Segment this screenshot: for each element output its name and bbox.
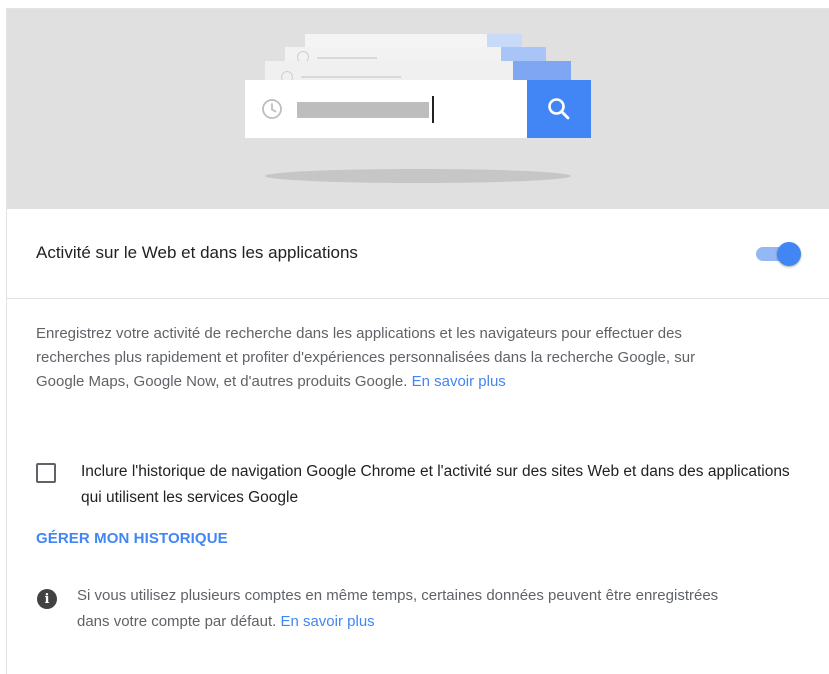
query-placeholder-bar xyxy=(317,57,377,59)
web-app-activity-row: Activité sur le Web et dans les applicat… xyxy=(7,209,829,299)
toggle-knob xyxy=(777,242,801,266)
chrome-history-checkbox[interactable] xyxy=(36,463,56,483)
default-account-notice: Si vous utilisez plusieurs comptes en mê… xyxy=(77,583,737,635)
description-text: Enregistrez votre activité de recherche … xyxy=(36,325,696,390)
illustration-shadow xyxy=(265,169,571,183)
settings-card: Activité sur le Web et dans les applicat… xyxy=(6,8,829,674)
text-caret xyxy=(432,96,434,123)
info-icon: i xyxy=(37,589,57,609)
query-placeholder-bar xyxy=(297,102,429,118)
chrome-history-checkbox-label: Inclure l'historique de navigation Googl… xyxy=(81,463,790,506)
web-app-activity-toggle[interactable] xyxy=(753,242,803,266)
search-icon xyxy=(548,98,570,120)
searchbox-illustration xyxy=(245,80,527,138)
activity-description: Enregistrez votre activité de recherche … xyxy=(36,322,696,394)
notice-text: Si vous utilisez plusieurs comptes en mê… xyxy=(77,587,719,630)
query-placeholder-bar xyxy=(301,76,401,78)
clock-icon xyxy=(262,99,282,119)
search-button-illustration xyxy=(527,80,591,138)
web-app-activity-label: Activité sur le Web et dans les applicat… xyxy=(36,243,358,262)
learn-more-link[interactable]: En savoir plus xyxy=(412,373,506,390)
manage-history-button[interactable]: GÉRER MON HISTORIQUE xyxy=(36,530,228,547)
learn-more-link[interactable]: En savoir plus xyxy=(280,613,374,630)
search-history-illustration xyxy=(7,9,829,209)
